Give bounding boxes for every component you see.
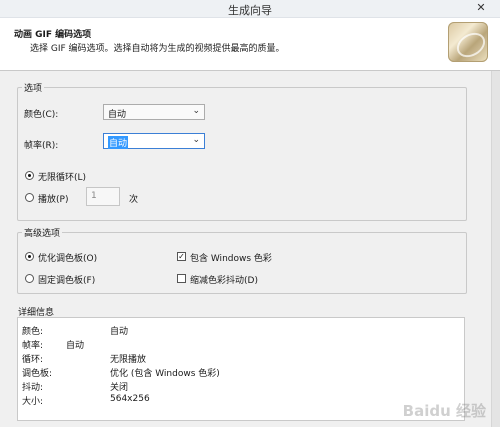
play-label[interactable]: 播放(P) bbox=[38, 192, 68, 205]
play-count-input[interactable]: 1 bbox=[86, 187, 120, 206]
window-title: 生成向导 bbox=[228, 4, 272, 17]
play-unit-label: 次 bbox=[129, 195, 139, 205]
play-radio[interactable] bbox=[25, 193, 34, 202]
gif-wizard-icon bbox=[448, 22, 490, 63]
header-title: 动画 GIF 编码选项 bbox=[14, 30, 92, 40]
include-windows-checkbox[interactable]: ✓ bbox=[177, 252, 186, 261]
detail-row: 调色板: 优化 (包含 Windows 色彩) bbox=[22, 369, 220, 379]
loop-infinite-radio[interactable] bbox=[25, 171, 34, 180]
color-label: 颜色(C): bbox=[24, 110, 59, 120]
header-description: 选择 GIF 编码选项。选择自动将为生成的视频提供最高的质量。 bbox=[30, 44, 285, 54]
options-group: 选项 bbox=[17, 81, 467, 221]
reduce-dither-checkbox[interactable] bbox=[177, 274, 186, 283]
advanced-legend: 高级选项 bbox=[24, 229, 61, 239]
chevron-down-icon: ⌄ bbox=[192, 106, 200, 116]
framerate-select[interactable]: 自动 ⌄ bbox=[103, 133, 205, 149]
include-windows-label[interactable]: 包含 Windows 色彩 bbox=[190, 251, 272, 264]
fixed-palette-radio[interactable] bbox=[25, 274, 34, 283]
detail-row: 循环: 无限播放 bbox=[22, 355, 147, 365]
chevron-down-icon: ⌄ bbox=[192, 135, 200, 145]
detail-row: 帧率: 自动 bbox=[22, 341, 85, 351]
framerate-label: 帧率(R): bbox=[24, 141, 59, 151]
wizard-header: 动画 GIF 编码选项 选择 GIF 编码选项。选择自动将为生成的视频提供最高的… bbox=[0, 18, 500, 71]
detail-row: 颜色: 自动 bbox=[22, 327, 129, 337]
details-panel: 颜色: 自动 帧率: 自动 循环: 无限播放 调色板: 优化 (包含 Windows 色… bbox=[17, 317, 465, 421]
color-select[interactable]: 自动 ⌄ bbox=[103, 104, 205, 120]
detail-row: 大小: 564x256 bbox=[22, 394, 150, 407]
options-legend: 选项 bbox=[24, 84, 43, 94]
optimize-palette-label[interactable]: 优化调色板(O) bbox=[38, 251, 97, 264]
watermark: Baidu 经验 bbox=[402, 402, 486, 420]
fixed-palette-label[interactable]: 固定调色板(F) bbox=[38, 273, 95, 286]
reduce-dither-label[interactable]: 缩减色彩抖动(D) bbox=[190, 273, 258, 286]
framerate-select-value: 自动 bbox=[108, 136, 129, 149]
color-select-value: 自动 bbox=[108, 110, 127, 120]
loop-infinite-label[interactable]: 无限循环(L) bbox=[38, 170, 86, 183]
optimize-palette-radio[interactable] bbox=[25, 252, 34, 261]
detail-row: 抖动: 关闭 bbox=[22, 383, 129, 393]
title-bar: 生成向导 ✕ bbox=[0, 0, 500, 18]
close-icon[interactable]: ✕ bbox=[468, 0, 494, 16]
scrollbar[interactable] bbox=[491, 71, 500, 427]
